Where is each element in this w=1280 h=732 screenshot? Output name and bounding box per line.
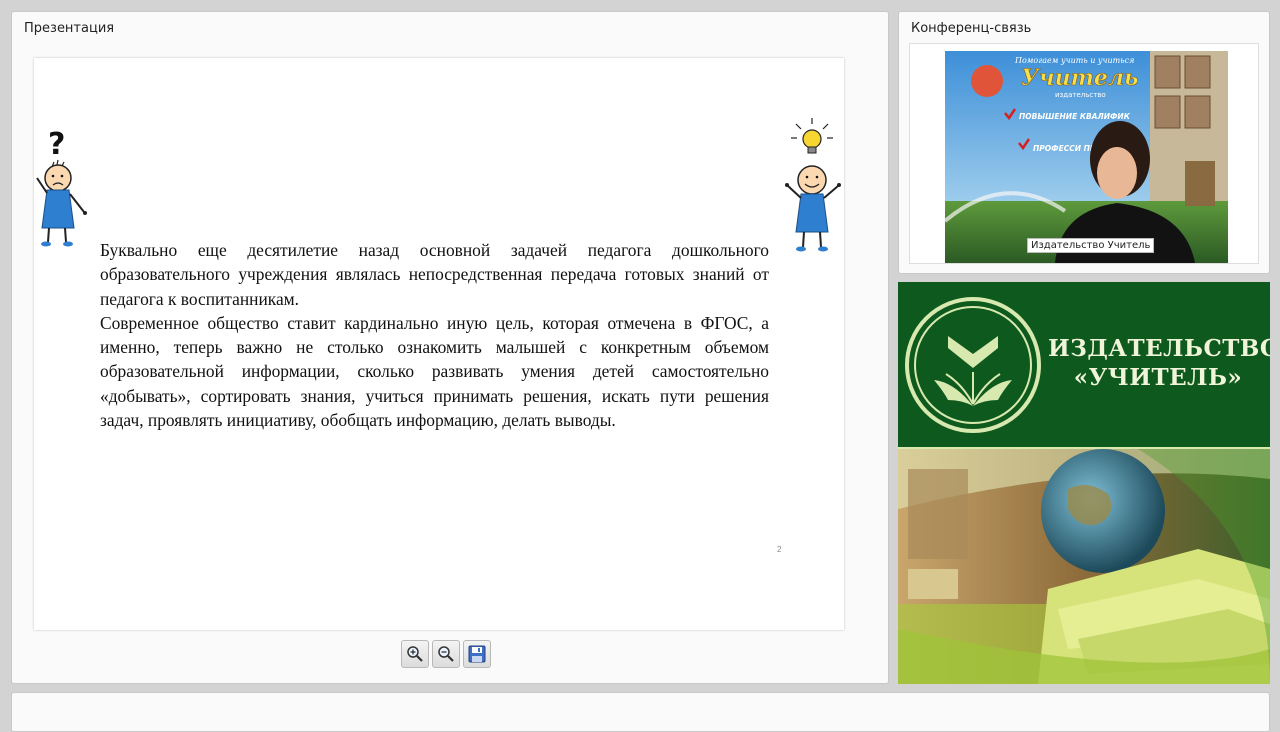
save-button[interactable] xyxy=(463,640,491,668)
publisher-logo-icon xyxy=(905,297,1041,433)
publisher-name: ИЗДАТЕЛЬСТВО «УЧИТЕЛЬ» xyxy=(1048,334,1270,392)
banner-top-text: Помогаем учить и учиться xyxy=(1014,56,1134,65)
svg-text:?: ? xyxy=(48,127,65,162)
slide-paragraph: Современное общество ставит кардинально … xyxy=(100,312,769,431)
chat-panel xyxy=(11,692,1270,732)
zoom-in-icon xyxy=(407,646,423,662)
presentation-slide: ? Буквально еще десятилетие назад основн… xyxy=(34,58,844,630)
participant-video[interactable]: Помогаем учить и учиться Учитель издател… xyxy=(945,51,1228,263)
presentation-panel-title: Презентация xyxy=(24,21,115,36)
video-frame: Помогаем учить и учиться Учитель издател… xyxy=(909,43,1259,264)
banner-bullet-1: ПОВЫШЕНИЕ КВАЛИФИК xyxy=(1019,112,1131,121)
zoom-out-button[interactable] xyxy=(432,640,460,668)
banner-logo-text: Учитель xyxy=(1021,65,1138,91)
publisher-brand-band: ИЗДАТЕЛЬСТВО «УЧИТЕЛЬ» xyxy=(898,282,1270,449)
banner-sub-text: издательство xyxy=(1055,91,1106,99)
conference-panel-title: Конференц-связь xyxy=(911,21,1032,36)
slide-text: Буквально еще десятилетие назад основной… xyxy=(100,238,769,432)
zoom-out-icon xyxy=(438,646,454,662)
publisher-name-line1: ИЗДАТЕЛЬСТВО xyxy=(1048,335,1270,362)
books-globe-image xyxy=(898,449,1270,684)
presentation-panel: Презентация ? Буквально еще десятилетие … xyxy=(11,11,889,684)
confused-kid-icon: ? xyxy=(36,127,87,247)
idea-kid-icon xyxy=(785,118,841,252)
slide-page-mark: 2 xyxy=(777,545,782,554)
publisher-panel: ИЗДАТЕЛЬСТВО «УЧИТЕЛЬ» xyxy=(898,282,1270,684)
save-icon xyxy=(468,645,486,663)
conference-panel: Конференц-связь Помогаем учить и учиться… xyxy=(898,11,1270,274)
video-feed-image: Помогаем учить и учиться Учитель издател… xyxy=(945,51,1228,263)
slide-paragraph: Буквально еще десятилетие назад основной… xyxy=(100,240,769,309)
presentation-toolbar xyxy=(401,640,491,670)
zoom-in-button[interactable] xyxy=(401,640,429,668)
publisher-name-line2: «УЧИТЕЛЬ» xyxy=(1073,364,1243,391)
participant-name-label: Издательство Учитель xyxy=(1027,238,1155,253)
